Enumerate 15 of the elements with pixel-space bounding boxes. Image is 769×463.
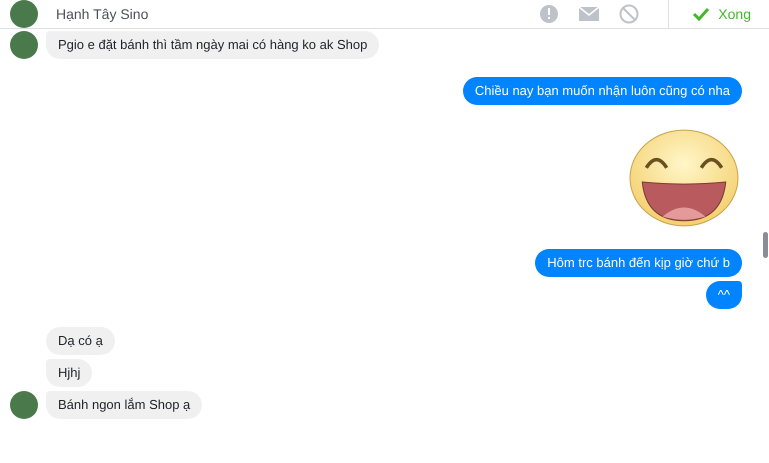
message-bubble: Hjhj [46, 359, 92, 387]
scrollbar-thumb[interactable] [763, 232, 768, 258]
message-bubble: Hôm trc bánh đến kịp giờ chứ b [535, 249, 742, 277]
message-bubble: Bánh ngon lắm Shop ạ [46, 391, 202, 419]
info-icon[interactable] [539, 4, 560, 24]
done-button[interactable]: Xong [688, 6, 755, 22]
message-bubble: Pgio e đặt bánh thì tầm ngày mai có hàng ko ak Shop [46, 31, 380, 59]
message-bubble: ^^ [706, 281, 742, 309]
block-icon[interactable] [619, 4, 640, 24]
check-icon [692, 7, 710, 21]
avatar [10, 0, 38, 28]
message-bubble: Chiều nay bạn muốn nhận luôn cũng có nha [462, 77, 742, 105]
message-bubble: Dạ có ạ [46, 327, 115, 355]
envelope-icon[interactable] [578, 6, 600, 22]
contact-name: Hạnh Tây Sino [56, 6, 148, 22]
